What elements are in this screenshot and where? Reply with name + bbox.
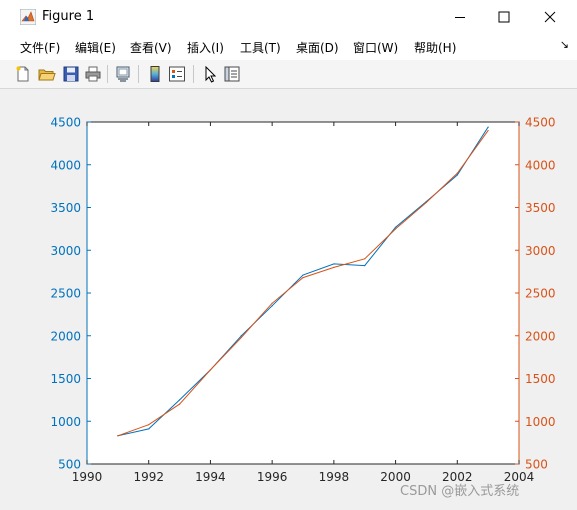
menu-overflow-icon[interactable]: ↘ xyxy=(560,38,569,51)
data-point-right xyxy=(364,258,366,260)
minimize-button[interactable] xyxy=(437,0,483,34)
menu-insert[interactable]: 插入(I) xyxy=(187,39,224,56)
data-point-left xyxy=(456,174,458,176)
data-point-left xyxy=(302,274,304,276)
y-tick-label-right: 1500 xyxy=(525,372,556,386)
data-point-right xyxy=(148,424,150,426)
open-file-icon[interactable] xyxy=(38,65,56,83)
y-tick-label-right: 2000 xyxy=(525,329,556,343)
menu-file[interactable]: 文件(F) xyxy=(20,39,60,56)
data-point-right xyxy=(209,369,212,371)
axes-background xyxy=(87,122,519,464)
property-inspector-icon[interactable] xyxy=(223,65,241,83)
y-tick-label-left: 4000 xyxy=(50,158,81,172)
data-point-left xyxy=(271,305,273,307)
y-tick-label-left: 3000 xyxy=(50,244,81,258)
x-tick-label: 1992 xyxy=(133,470,164,484)
menu-help[interactable]: 帮助(H) xyxy=(414,39,456,56)
data-point-right xyxy=(271,302,273,304)
insert-colorbar-icon[interactable] xyxy=(146,65,164,83)
y-tick-label-right: 500 xyxy=(525,458,548,472)
y-tick-label-left: 2000 xyxy=(50,329,81,343)
data-point-right xyxy=(333,266,335,268)
y-tick-label-right: 1000 xyxy=(525,415,556,429)
link-plot-icon[interactable] xyxy=(114,65,132,83)
figure-canvas[interactable]: 1990 1992 1994 1996 1998 2000 2002 2004 500 1000 1… xyxy=(0,89,577,510)
data-point-right xyxy=(178,403,181,405)
y-tick-label-right: 2500 xyxy=(525,287,556,301)
data-point-right xyxy=(487,129,489,132)
menu-edit[interactable]: 编辑(E) xyxy=(75,39,116,56)
menu-bar: 文件(F) 编辑(E) 查看(V) 插入(I) 工具(T) 桌面(D) 窗口(W… xyxy=(0,34,577,60)
data-point-right xyxy=(117,435,119,437)
x-tick-label: 1998 xyxy=(319,470,350,484)
toolbar-separator xyxy=(138,65,139,83)
menu-window[interactable]: 窗口(W) xyxy=(353,39,398,56)
data-point-left xyxy=(394,226,397,228)
y-tick-label-left: 4500 xyxy=(50,116,81,130)
y-tick-label-left: 1500 xyxy=(50,372,81,386)
data-point-right xyxy=(425,201,428,203)
insert-legend-icon[interactable] xyxy=(168,65,186,83)
new-figure-icon[interactable] xyxy=(14,65,32,83)
data-point-left xyxy=(148,428,150,430)
csdn-watermark: CSDN @嵌入式系统 xyxy=(400,484,520,499)
y-tick-label-right: 3500 xyxy=(525,201,556,215)
minimize-icon xyxy=(454,8,466,27)
menu-view[interactable]: 查看(V) xyxy=(130,39,172,56)
data-point-right xyxy=(302,277,304,279)
menu-tools[interactable]: 工具(T) xyxy=(240,39,281,56)
window-title: Figure 1 xyxy=(42,9,95,24)
close-icon xyxy=(544,8,556,27)
matlab-icon xyxy=(19,8,37,26)
x-tick-label: 1990 xyxy=(72,470,103,484)
y-tick-label-right: 3000 xyxy=(525,244,556,258)
maximize-icon xyxy=(498,8,510,27)
chart-svg[interactable]: 1990 1992 1994 1996 1998 2000 2002 200450010001… xyxy=(0,89,577,510)
save-icon[interactable] xyxy=(62,65,80,83)
data-point-right xyxy=(456,172,458,174)
title-bar: Figure 1 xyxy=(0,0,577,34)
y-tick-label-right: 4000 xyxy=(525,158,556,172)
toolbar-separator xyxy=(193,65,194,83)
edit-plot-icon[interactable] xyxy=(201,65,219,83)
x-tick-label: 1996 xyxy=(257,470,288,484)
data-point-right xyxy=(240,336,242,339)
y-tick-label-right: 4500 xyxy=(525,116,556,130)
data-point-right xyxy=(394,228,397,230)
maximize-button[interactable] xyxy=(481,0,527,34)
data-point-left xyxy=(487,126,489,128)
data-point-left xyxy=(178,399,181,401)
data-point-left xyxy=(333,263,335,265)
close-button[interactable] xyxy=(527,0,573,34)
y-tick-label-left: 1000 xyxy=(50,415,81,429)
data-point-left xyxy=(240,335,242,337)
figure-window: Figure 1 文件(F) 编辑(E) 查看(V) 插入(I) 工具(T) 桌… xyxy=(0,0,577,510)
menu-desktop[interactable]: 桌面(D) xyxy=(296,39,339,56)
data-point-left xyxy=(364,265,366,267)
x-tick-label: 1994 xyxy=(195,470,226,484)
toolbar xyxy=(0,60,577,89)
print-icon[interactable] xyxy=(84,65,102,83)
y-tick-label-left: 2500 xyxy=(50,287,81,301)
y-tick-label-left: 500 xyxy=(58,458,81,472)
y-tick-label-left: 3500 xyxy=(50,201,81,215)
toolbar-separator xyxy=(107,65,108,83)
